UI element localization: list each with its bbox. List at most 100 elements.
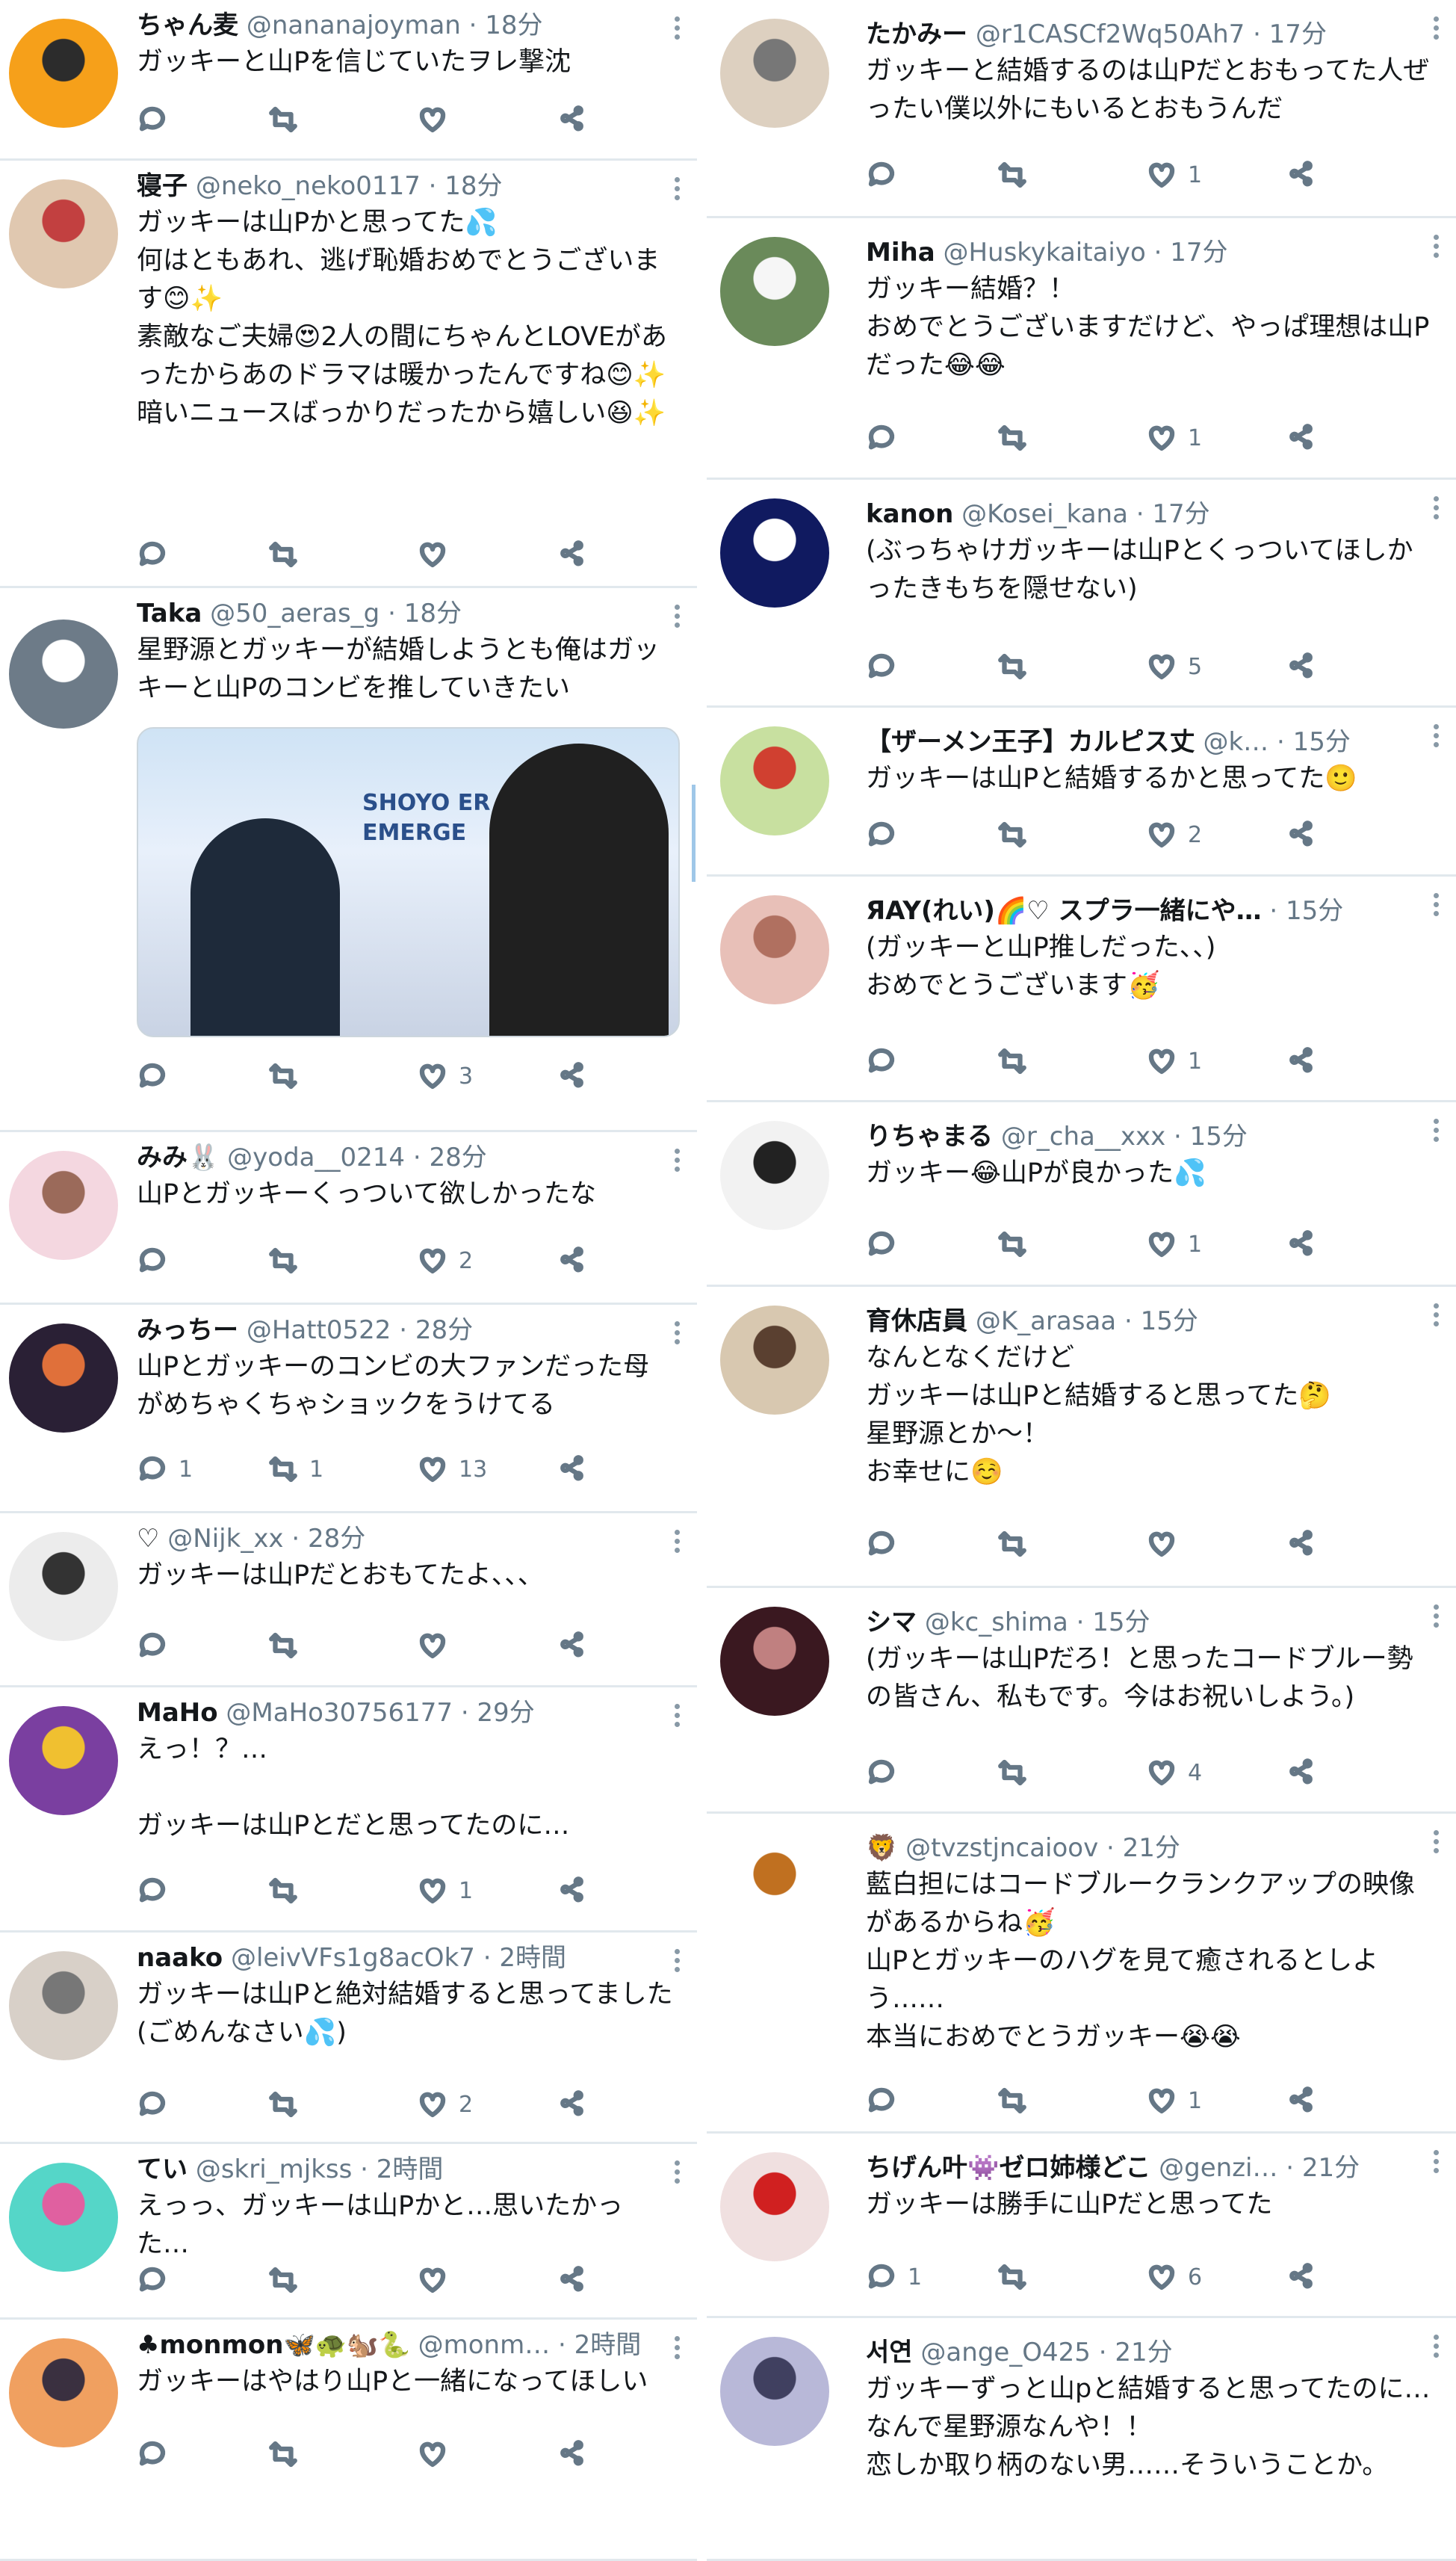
tweet[interactable]: 育休店員 @K_arasaa · 15分 なんとなくだけど ガッキーは山Pと結婚す…	[707, 1287, 1456, 1588]
tweet[interactable]: 【ザーメン王子】カルピス丈 @k… · 15分 ガッキーは山Pと結婚するかと思って…	[707, 708, 1456, 877]
more-options-icon[interactable]	[675, 1321, 681, 1347]
avatar[interactable]	[9, 1706, 118, 1815]
timestamp[interactable]: · 29分	[461, 1698, 535, 1728]
timestamp[interactable]: · 17分	[1154, 238, 1228, 268]
more-options-icon[interactable]	[675, 605, 681, 630]
retweet-button[interactable]	[267, 2264, 309, 2296]
user-handle[interactable]: @r_cha__xxx	[1001, 1122, 1165, 1152]
tweet[interactable]: MaHo @MaHo30756177 · 29分 えっ！？… ガッキーは山Pとだと…	[0, 1687, 697, 1933]
user-handle[interactable]: @k…	[1203, 727, 1268, 757]
more-options-icon[interactable]	[1434, 235, 1440, 260]
user-handle[interactable]: @K_arasaa	[976, 1306, 1116, 1336]
like-button[interactable]: 1	[1146, 158, 1202, 191]
more-options-icon[interactable]	[1434, 1830, 1440, 1856]
reply-button[interactable]: 1	[137, 1453, 193, 1486]
user-handle[interactable]: @kc_shima	[925, 1607, 1068, 1637]
user-handle[interactable]: @leivVFs1g8acOk7	[231, 1943, 475, 1973]
display-name[interactable]: ♡	[137, 1524, 159, 1554]
tweet[interactable]: 🦁 @tvzstjncaioov · 21分 藍白担にはコードブルークランクアップ…	[707, 1814, 1456, 2134]
display-name[interactable]: 育休店員	[866, 1306, 967, 1336]
tweet[interactable]: ЯAY(れい)🌈♡ スプラ一緒にや… · 15分 (ガッキーと山P推しだった、、)…	[707, 877, 1456, 1102]
tweet[interactable]: Miha @Huskykaitaiyo · 17分 ガッキー結婚？！ おめでとうご…	[707, 218, 1456, 480]
like-button[interactable]	[417, 1629, 459, 1662]
tweet[interactable]: ♣monmon🦋🐢🐿️🐍 @monm… · 2時間 ガッキーはやはり山Pと一緒にな…	[0, 2320, 697, 2561]
display-name[interactable]: みみ🐰	[137, 1143, 219, 1173]
avatar[interactable]	[720, 895, 829, 1004]
more-options-icon[interactable]	[1434, 893, 1440, 918]
reply-button[interactable]	[866, 421, 908, 454]
avatar[interactable]	[720, 237, 829, 346]
display-name[interactable]: 서연	[866, 2338, 913, 2367]
retweet-button[interactable]	[267, 538, 309, 571]
tweet[interactable]: Taka @50_aeras_g · 18分 星野源とガッキーが結婚しようとも俺は…	[0, 588, 697, 1132]
like-button[interactable]: 1	[1146, 421, 1202, 454]
like-button[interactable]	[417, 2438, 459, 2471]
timestamp[interactable]: · 15分	[1277, 727, 1351, 757]
more-options-icon[interactable]	[675, 1704, 681, 1729]
avatar[interactable]	[720, 1607, 829, 1716]
reply-button[interactable]	[866, 650, 908, 683]
scrollbar-thumb[interactable]	[692, 785, 696, 882]
retweet-button[interactable]	[997, 818, 1038, 851]
display-name[interactable]: MaHo	[137, 1698, 218, 1728]
more-options-icon[interactable]	[1434, 496, 1440, 522]
display-name[interactable]: naako	[137, 1943, 223, 1973]
timestamp[interactable]: · 28分	[399, 1315, 473, 1345]
retweet-button[interactable]	[997, 421, 1038, 454]
avatar[interactable]	[720, 19, 829, 128]
timestamp[interactable]: · 28分	[413, 1143, 487, 1173]
tweet[interactable]: kanon @Kosei_kana · 17分 (ぶっちゃけガッキーは山Pとくっつ…	[707, 480, 1456, 708]
retweet-button[interactable]	[997, 650, 1038, 683]
more-options-icon[interactable]	[1434, 724, 1440, 750]
avatar[interactable]	[9, 2163, 118, 2272]
display-name[interactable]: kanon	[866, 499, 953, 529]
avatar[interactable]	[720, 726, 829, 835]
share-button[interactable]	[559, 538, 590, 571]
display-name[interactable]: 寝子	[137, 171, 188, 201]
timestamp[interactable]: · 15分	[1174, 1122, 1248, 1152]
share-button[interactable]	[1288, 1228, 1319, 1261]
like-button[interactable]: 4	[1146, 1756, 1202, 1789]
more-options-icon[interactable]	[1434, 16, 1440, 42]
user-handle[interactable]: @tvzstjncaioov	[905, 1833, 1098, 1863]
reply-button[interactable]	[866, 158, 908, 191]
retweet-button[interactable]	[997, 2261, 1038, 2293]
user-handle[interactable]: @nananajoyman	[247, 10, 461, 40]
reply-button[interactable]	[866, 1228, 908, 1261]
share-button[interactable]	[559, 1629, 590, 1662]
tweet[interactable]: 서연 @ange_O425 · 21分 ガッキーずっと山pと結婚すると思ってたのに…	[707, 2318, 1456, 2561]
tweet[interactable]: 寝子 @neko_neko0117 · 18分 ガッキーは山Pかと思ってた💦 何は…	[0, 161, 697, 588]
reply-button[interactable]	[866, 818, 908, 851]
reply-button[interactable]	[137, 1060, 179, 1093]
reply-button[interactable]: 1	[866, 2261, 922, 2293]
share-button[interactable]	[559, 103, 590, 136]
display-name[interactable]: たかみー	[866, 19, 967, 49]
tweet[interactable]: てい @skri_mjkss · 2時間 えっっ、ガッキーは山Pかと…思いたかった…	[0, 2144, 697, 2320]
retweet-button[interactable]	[997, 2084, 1038, 2117]
share-button[interactable]	[559, 2264, 590, 2296]
more-options-icon[interactable]	[675, 1949, 681, 1974]
avatar[interactable]	[9, 19, 118, 128]
like-button[interactable]: 2	[417, 1244, 473, 1277]
more-options-icon[interactable]	[675, 177, 681, 203]
avatar[interactable]	[9, 1323, 118, 1433]
timestamp[interactable]: · 17分	[1253, 19, 1327, 49]
like-button[interactable]: 2	[1146, 818, 1202, 851]
like-button[interactable]	[417, 103, 459, 136]
user-handle[interactable]: @monm…	[418, 2330, 551, 2360]
share-button[interactable]	[559, 1453, 590, 1486]
retweet-button[interactable]	[997, 1527, 1038, 1560]
timestamp[interactable]: · 15分	[1269, 896, 1343, 926]
share-button[interactable]	[1288, 818, 1319, 851]
retweet-button[interactable]	[267, 1060, 309, 1093]
reply-button[interactable]	[866, 1756, 908, 1789]
timestamp[interactable]: · 18分	[388, 599, 462, 628]
avatar[interactable]	[720, 2152, 829, 2261]
tweet[interactable]: みっちー @Hatt0522 · 28分 山Pとガッキーのコンビの大ファンだった母…	[0, 1305, 697, 1513]
like-button[interactable]: 1	[1146, 2084, 1202, 2117]
reply-button[interactable]	[137, 2088, 179, 2121]
user-handle[interactable]: @50_aeras_g	[210, 599, 380, 628]
timestamp[interactable]: · 18分	[429, 171, 503, 201]
retweet-button[interactable]	[997, 1228, 1038, 1261]
display-name[interactable]: ちげん叶👾ゼロ姉様どこ	[866, 2153, 1150, 2183]
